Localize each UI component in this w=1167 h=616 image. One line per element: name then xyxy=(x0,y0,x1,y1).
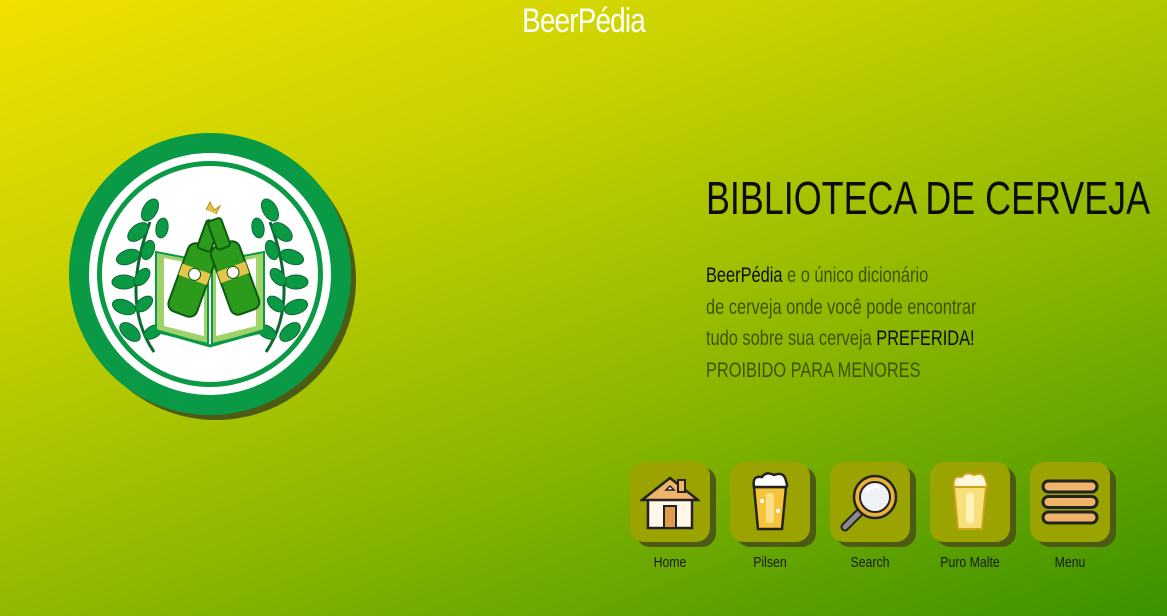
nav-puro-malte[interactable]: Puro Malte xyxy=(930,462,1030,580)
hero-desc-line-2: de cerveja onde você pode encontrar xyxy=(706,295,977,319)
hero-desc-brand: BeerPédia xyxy=(706,264,783,287)
beerpedia-logo xyxy=(68,132,358,422)
nav-pilsen-tile[interactable] xyxy=(730,462,810,542)
nav-puro-malte-tile[interactable] xyxy=(930,462,1010,542)
beer-glass-icon xyxy=(752,472,789,531)
hero-desc-line-1-rest: e o único dicionário xyxy=(782,264,929,287)
hamburger-menu-icon xyxy=(1041,479,1099,525)
house-icon xyxy=(640,476,700,530)
hero-desc-line-3-text: tudo sobre sua cerveja xyxy=(706,327,877,350)
nav-home-label[interactable]: Home xyxy=(629,554,711,571)
nav-home[interactable]: Home xyxy=(630,462,730,580)
hero-desc-line-3: tudo sobre sua cerveja PREFERIDA! xyxy=(706,323,976,355)
hero-desc-highlight: PREFERIDA! xyxy=(876,327,975,350)
hero-description: BeerPédia e o único dicionário de cervej… xyxy=(706,260,976,386)
nav-menu-tile[interactable] xyxy=(1030,462,1110,542)
hero-title: BIBLIOTECA DE CERVEJA xyxy=(706,172,1151,224)
magnifier-icon xyxy=(840,474,898,532)
nav-search[interactable]: Search xyxy=(830,462,930,580)
nav-menu[interactable]: Menu xyxy=(1030,462,1130,580)
nav-menu-label[interactable]: Menu xyxy=(1029,554,1111,571)
logo-emblem-icon xyxy=(69,133,356,420)
hero-desc-line-1: BeerPédia e o único dicionário xyxy=(706,260,976,292)
nav-home-tile[interactable] xyxy=(630,462,710,542)
nav-pilsen[interactable]: Pilsen xyxy=(730,462,830,580)
nav-search-label[interactable]: Search xyxy=(829,554,911,571)
malt-beer-icon xyxy=(952,472,988,530)
nav-puro-malte-label[interactable]: Puro Malte xyxy=(929,554,1011,571)
bottom-nav: Home Pilsen Search Puro Malte Menu xyxy=(630,462,1120,582)
nav-search-tile[interactable] xyxy=(830,462,910,542)
brand-title[interactable]: BeerPédia xyxy=(105,0,1062,42)
nav-pilsen-label[interactable]: Pilsen xyxy=(729,554,811,571)
hero-desc-line-4: PROIBIDO PARA MENORES xyxy=(706,358,921,382)
